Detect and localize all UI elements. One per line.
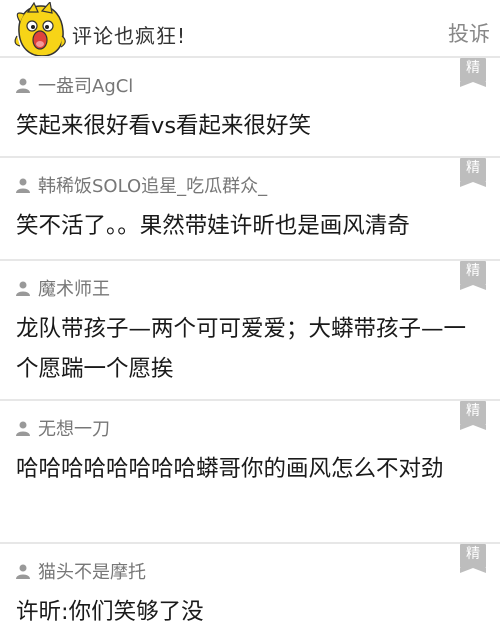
comment-item: 精 无想一刀 哈哈哈哈哈哈哈哈蟒哥你的画风怎么不对劲 — [0, 399, 500, 542]
comment-text: 哈哈哈哈哈哈哈哈蟒哥你的画风怎么不对劲 — [16, 456, 444, 482]
comment-user[interactable]: 一盎司AgCl — [16, 74, 134, 97]
user-icon — [16, 178, 30, 193]
username: 一盎司AgCl — [38, 76, 134, 97]
username: 韩稀饭SOLO追星_吃瓜群众_ — [38, 176, 268, 197]
user-icon — [16, 78, 30, 93]
comment-user[interactable]: 无想一刀 — [16, 417, 110, 440]
comment-item: 精 魔术师王 龙队带孩子—两个可可爱爱；大蟒带孩子—一个愿踹一个愿挨 — [0, 259, 500, 399]
username: 魔术师王 — [38, 279, 110, 300]
featured-badge: 精 — [460, 544, 486, 573]
comment-text: 许昕:你们笑够了没 — [16, 599, 204, 625]
mascot-icon — [14, 2, 66, 57]
username: 无想一刀 — [38, 419, 110, 440]
featured-badge: 精 — [460, 401, 486, 430]
user-icon — [16, 564, 30, 579]
comment-item: 精 一盎司AgCl 笑起来很好看vs看起来很好笑 — [0, 56, 500, 156]
comment-user[interactable]: 韩稀饭SOLO追星_吃瓜群众_ — [16, 174, 268, 197]
user-icon — [16, 281, 30, 296]
comment-item: 精 韩稀饭SOLO追星_吃瓜群众_ 笑不活了。。果然带娃许昕也是画风清奇 — [0, 156, 500, 259]
featured-badge: 精 — [460, 58, 486, 87]
comment-user[interactable]: 猫头不是摩托 — [16, 560, 146, 583]
comment-item: 精 猫头不是摩托 许昕:你们笑够了没 — [0, 542, 500, 626]
comment-text: 笑起来很好看vs看起来很好笑 — [16, 113, 312, 139]
header-bar: 评论也疯狂! 投诉 — [0, 0, 500, 62]
comment-list: 精 一盎司AgCl 笑起来很好看vs看起来很好笑 精 韩稀饭SOLO追星_吃瓜群… — [0, 56, 500, 626]
report-link[interactable]: 投诉 — [448, 18, 490, 48]
user-icon — [16, 421, 30, 436]
comment-user[interactable]: 魔术师王 — [16, 277, 110, 300]
comment-text: 龙队带孩子—两个可可爱爱；大蟒带孩子—一个愿踹一个愿挨 — [16, 316, 467, 382]
page-title: 评论也疯狂! — [72, 24, 187, 48]
comment-text: 笑不活了。。果然带娃许昕也是画风清奇 — [16, 213, 410, 239]
featured-badge: 精 — [460, 158, 486, 187]
featured-badge: 精 — [460, 261, 486, 290]
username: 猫头不是摩托 — [38, 562, 146, 583]
